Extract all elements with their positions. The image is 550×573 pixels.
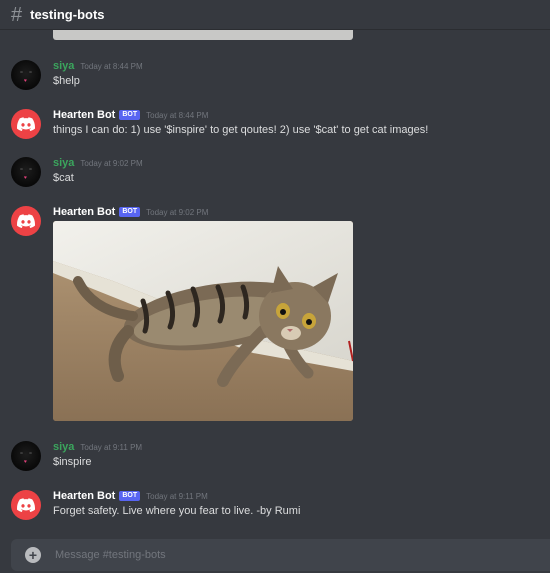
- author-name[interactable]: siya: [53, 60, 74, 72]
- discord-logo-icon: [17, 214, 35, 228]
- message-header: siya Today at 8:44 PM: [53, 60, 143, 72]
- timestamp: Today at 9:02 PM: [146, 207, 209, 217]
- avatar-eye: [29, 71, 32, 73]
- message-header: Hearten Bot BOT Today at 9:02 PM: [53, 206, 208, 218]
- message-header: Hearten Bot BOT Today at 8:44 PM: [53, 109, 208, 121]
- avatar[interactable]: [11, 490, 41, 520]
- channel-name[interactable]: testing-bots: [30, 7, 104, 22]
- author-name[interactable]: Hearten Bot: [53, 490, 115, 502]
- channel-header: # testing-bots: [0, 0, 550, 30]
- author-name[interactable]: siya: [53, 441, 74, 453]
- message-text: Forget safety. Live where you fear to li…: [53, 505, 301, 517]
- timestamp: Today at 9:11 PM: [80, 442, 143, 452]
- message-header: siya Today at 9:02 PM: [53, 157, 143, 169]
- timestamp: Today at 9:02 PM: [80, 158, 143, 168]
- avatar[interactable]: ♥: [11, 60, 41, 90]
- avatar-eye: [20, 452, 23, 454]
- message-text: $inspire: [53, 456, 92, 468]
- author-name[interactable]: siya: [53, 157, 74, 169]
- bot-badge: BOT: [119, 110, 141, 120]
- heart-icon: ♥: [24, 459, 27, 465]
- message-input[interactable]: [53, 548, 497, 562]
- discord-logo-icon: [17, 117, 35, 131]
- author-name[interactable]: Hearten Bot: [53, 109, 115, 121]
- message-composer: +: [11, 539, 550, 571]
- author-name[interactable]: Hearten Bot: [53, 206, 115, 218]
- avatar-eye: [20, 168, 23, 170]
- avatar[interactable]: [11, 206, 41, 236]
- timestamp: Today at 8:44 PM: [146, 110, 209, 120]
- avatar-eye: [29, 452, 32, 454]
- bot-badge: BOT: [119, 491, 141, 501]
- avatar[interactable]: [11, 109, 41, 139]
- message-text: $cat: [53, 172, 74, 184]
- avatar[interactable]: ♥: [11, 157, 41, 187]
- avatar-eye: [29, 168, 32, 170]
- timestamp: Today at 8:44 PM: [80, 61, 143, 71]
- timestamp: Today at 9:11 PM: [146, 491, 208, 501]
- avatar-eye: [20, 71, 23, 73]
- previous-embed-image[interactable]: [53, 30, 353, 40]
- message-text: $help: [53, 75, 80, 87]
- message-text: things I can do: 1) use '$inspire' to ge…: [53, 124, 429, 136]
- bot-badge: BOT: [119, 207, 141, 217]
- discord-logo-icon: [17, 498, 35, 512]
- cat-illustration: [53, 221, 353, 421]
- heart-icon: ♥: [24, 175, 27, 181]
- plus-circle-icon[interactable]: +: [25, 547, 41, 563]
- hash-icon: #: [11, 3, 23, 26]
- message-header: siya Today at 9:11 PM: [53, 441, 142, 453]
- avatar[interactable]: ♥: [11, 441, 41, 471]
- cat-image[interactable]: [53, 221, 353, 421]
- message-header: Hearten Bot BOT Today at 9:11 PM: [53, 490, 208, 502]
- heart-icon: ♥: [24, 78, 27, 84]
